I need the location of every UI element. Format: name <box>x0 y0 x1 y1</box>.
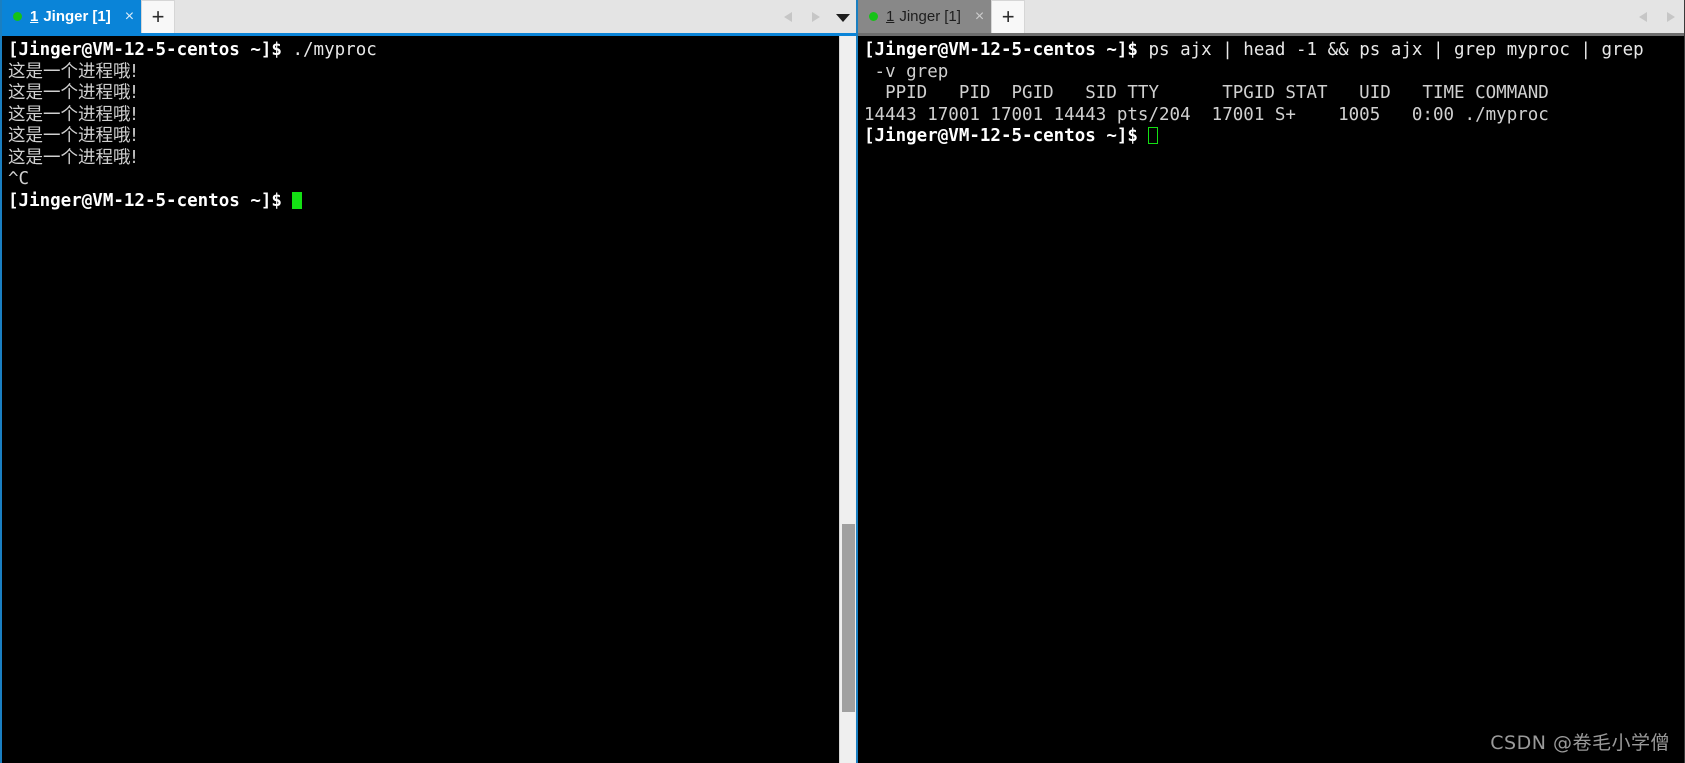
terminal-output-text: 14443 17001 17001 14443 pts/204 17001 S+… <box>864 104 1549 125</box>
terminal-output-text: ^C <box>8 169 30 189</box>
left-terminal-scrollbar[interactable] <box>839 36 856 763</box>
terminal-output-text: PPID PID PGID SID TTY TPGID STAT UID TIM… <box>864 83 1549 103</box>
shell-command <box>282 191 293 211</box>
terminal-line: 这是一个进程哦! <box>8 105 839 127</box>
terminal-line: [Jinger@VM-12-5-centos ~]$ ./myproc <box>8 40 839 62</box>
right-tabbar-nav <box>1637 0 1684 33</box>
terminal-line: [Jinger@VM-12-5-centos ~]$ ps ajx | head… <box>864 40 1684 62</box>
terminal-line: -v grep <box>864 62 1684 84</box>
terminal-output-text: 这是一个进程哦! <box>8 83 138 103</box>
shell-prompt: [Jinger@VM-12-5-centos ~]$ <box>8 40 282 60</box>
left-tabbar-nav <box>782 0 856 33</box>
shell-prompt: [Jinger@VM-12-5-centos ~]$ <box>864 40 1138 60</box>
terminal-line: 这是一个进程哦! <box>8 126 839 148</box>
terminal-cursor <box>1148 127 1159 144</box>
close-icon[interactable]: × <box>125 8 134 25</box>
green-dot-icon <box>13 12 22 21</box>
shell-prompt: [Jinger@VM-12-5-centos ~]$ <box>864 126 1138 146</box>
terminal-application-window: 1 Jinger [1] × + [Jinger@VM-12-5-centos … <box>0 0 1685 763</box>
shell-command: ./myproc <box>281 40 377 60</box>
left-tab-index: 1 <box>30 8 39 25</box>
new-tab-button[interactable]: + <box>991 0 1026 33</box>
left-pane-tabbar: 1 Jinger [1] × + <box>2 0 856 36</box>
shell-prompt: [Jinger@VM-12-5-centos ~]$ <box>8 190 282 211</box>
shell-command <box>1138 126 1149 146</box>
left-terminal-pane: 1 Jinger [1] × + [Jinger@VM-12-5-centos … <box>0 0 858 763</box>
chevron-right-icon[interactable] <box>1664 9 1678 25</box>
new-tab-button[interactable]: + <box>141 0 176 33</box>
right-terminal-output[interactable]: [Jinger@VM-12-5-centos ~]$ ps ajx | head… <box>858 36 1684 763</box>
chevron-down-icon[interactable] <box>836 9 850 25</box>
right-tab-index: 1 <box>886 8 895 25</box>
terminal-line: PPID PID PGID SID TTY TPGID STAT UID TIM… <box>864 83 1684 105</box>
right-terminal-body[interactable]: [Jinger@VM-12-5-centos ~]$ ps ajx | head… <box>858 36 1684 763</box>
terminal-line: 这是一个进程哦! <box>8 62 839 84</box>
right-tab-suffix: [1] <box>944 8 961 25</box>
left-terminal-output[interactable]: [Jinger@VM-12-5-centos ~]$ ./myproc 这是一个进… <box>2 36 839 763</box>
left-terminal-body[interactable]: [Jinger@VM-12-5-centos ~]$ ./myproc 这是一个进… <box>2 36 856 763</box>
close-icon[interactable]: × <box>975 8 984 25</box>
right-pane-tabbar: 1 Jinger [1] × + <box>858 0 1684 36</box>
terminal-line: 14443 17001 17001 14443 pts/204 17001 S+… <box>864 105 1684 127</box>
left-tab-title: Jinger <box>43 8 89 25</box>
terminal-line: [Jinger@VM-12-5-centos ~]$ <box>864 126 1684 148</box>
right-terminal-pane: 1 Jinger [1] × + [Jinger@VM-12-5-centos … <box>858 0 1685 763</box>
right-tab-title: Jinger <box>899 8 941 25</box>
chevron-left-icon[interactable] <box>782 9 796 25</box>
scrollbar-thumb[interactable] <box>842 524 855 712</box>
terminal-line: 这是一个进程哦! <box>8 83 839 105</box>
terminal-output-text: 这是一个进程哦! <box>8 126 138 146</box>
right-tab-jinger[interactable]: 1 Jinger [1] × <box>858 0 992 33</box>
terminal-line: 这是一个进程哦! <box>8 148 839 170</box>
terminal-cursor <box>292 191 303 209</box>
left-tab-jinger[interactable]: 1 Jinger [1] × <box>2 0 142 33</box>
terminal-output-text: 这是一个进程哦! <box>8 147 138 168</box>
terminal-output-text: -v grep <box>864 61 949 82</box>
chevron-left-icon[interactable] <box>1637 9 1651 25</box>
terminal-output-text: 这是一个进程哦! <box>8 104 138 125</box>
terminal-line: ^C <box>8 169 839 191</box>
green-dot-icon <box>869 12 878 21</box>
terminal-line: [Jinger@VM-12-5-centos ~]$ <box>8 191 839 213</box>
shell-command: ps ajx | head -1 && ps ajx | grep myproc… <box>1137 40 1644 60</box>
terminal-output-text: 这是一个进程哦! <box>8 61 138 82</box>
chevron-right-icon[interactable] <box>809 9 823 25</box>
left-tab-suffix: [1] <box>92 8 111 25</box>
